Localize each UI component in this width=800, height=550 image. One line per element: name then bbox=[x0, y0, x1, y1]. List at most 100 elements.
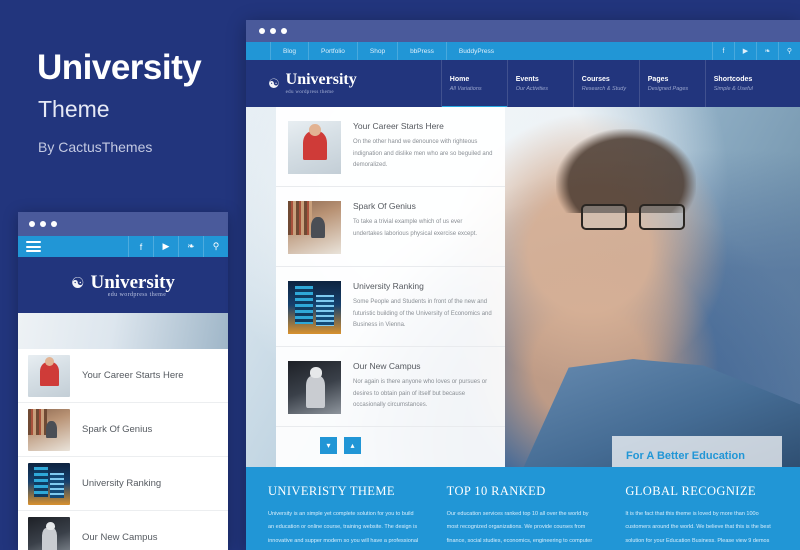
nav-sublabel: Research & Study bbox=[581, 85, 627, 92]
topbar-social-links: f ▶ ❧ ⚲ bbox=[712, 42, 800, 60]
mobile-hero-image bbox=[18, 313, 228, 349]
card-text: Some People and Students in front of the… bbox=[353, 299, 492, 329]
cards-prev-button[interactable]: ▴ bbox=[344, 437, 361, 454]
card-item[interactable]: University Ranking Some People and Stude… bbox=[276, 267, 505, 347]
card-text: Nor again is there anyone who loves or p… bbox=[353, 379, 488, 409]
nav-item-events[interactable]: Events Our Activities bbox=[506, 60, 573, 107]
nav-item-pages[interactable]: Pages Designed Pages bbox=[638, 60, 705, 107]
feature-column-global-recognize: GLOBAL RECOGNIZE It is the fact that thi… bbox=[625, 484, 778, 550]
mobile-social-links: f ▶ ❧ ⚲ bbox=[128, 236, 228, 257]
brand-name: University bbox=[285, 71, 357, 88]
cards-next-button[interactable]: ▾ bbox=[320, 437, 337, 454]
cards-pagination: ▾ ▴ bbox=[320, 437, 361, 454]
main-navigation: Home All Variations Events Our Activitie… bbox=[440, 60, 771, 109]
list-item[interactable]: Spark Of Genius bbox=[18, 403, 228, 457]
card-item[interactable]: Spark Of Genius To take a trivial exampl… bbox=[276, 187, 505, 267]
topbar-link-portfolio[interactable]: Portfolio bbox=[308, 42, 357, 60]
facebook-icon[interactable]: f bbox=[712, 42, 734, 60]
feature-text: Our education services ranked top 10 all… bbox=[446, 511, 593, 544]
promo-banner: University Theme By CactusThemes f ▶ ❧ ⚲… bbox=[0, 0, 800, 550]
feature-text: It is the fact that this theme is loved … bbox=[625, 511, 771, 544]
card-thumbnail bbox=[28, 354, 70, 397]
mobile-logo[interactable]: ☯ University edu wordpress theme bbox=[18, 257, 228, 313]
facebook-icon[interactable]: f bbox=[128, 236, 153, 257]
list-item-title: Our New Campus bbox=[82, 532, 158, 543]
card-title: Our New Campus bbox=[353, 361, 421, 371]
list-item-title: University Ranking bbox=[82, 478, 162, 489]
feature-column-university-theme: UNIVERISTY THEME University is an simple… bbox=[268, 484, 421, 550]
hero-caption: For A Better Education Theme Search no m… bbox=[612, 436, 782, 467]
nav-label: Shortcodes bbox=[713, 75, 753, 83]
topbar-link-blog[interactable]: Blog bbox=[270, 42, 308, 60]
hero-section: Your Career Starts Here On the other han… bbox=[246, 107, 800, 467]
card-thumbnail bbox=[288, 201, 341, 254]
card-item[interactable]: Your Career Starts Here On the other han… bbox=[276, 107, 505, 187]
twitter-icon[interactable]: ❧ bbox=[756, 42, 778, 60]
features-section: UNIVERISTY THEME University is an simple… bbox=[246, 467, 800, 550]
window-dots bbox=[29, 221, 57, 227]
brand-tagline: edu wordpress theme bbox=[285, 90, 334, 95]
hamburger-icon[interactable] bbox=[26, 241, 41, 252]
topbar-link-buddypress[interactable]: BuddyPress bbox=[445, 42, 506, 60]
topbar-link-shop[interactable]: Shop bbox=[356, 42, 397, 60]
nav-label: Courses bbox=[581, 75, 610, 83]
nav-sublabel: All Variations bbox=[449, 85, 482, 92]
topbar-menu: Blog Portfolio Shop bbPress BuddyPress bbox=[270, 42, 506, 60]
list-item[interactable]: University Ranking bbox=[18, 457, 228, 511]
card-thumbnail bbox=[288, 281, 341, 334]
card-thumbnail bbox=[28, 408, 70, 451]
featured-cards-panel: Your Career Starts Here On the other han… bbox=[276, 107, 505, 467]
card-text: On the other hand we denounce with right… bbox=[353, 139, 493, 169]
laurel-book-icon: ☯ bbox=[71, 275, 85, 292]
youtube-icon[interactable]: ▶ bbox=[153, 236, 178, 257]
twitter-icon[interactable]: ❧ bbox=[178, 236, 203, 257]
window-dots bbox=[259, 28, 287, 34]
card-title: University Ranking bbox=[353, 281, 424, 291]
nav-label: Home bbox=[449, 75, 470, 83]
feature-title: UNIVERISTY THEME bbox=[268, 484, 395, 498]
promo-byline: By CactusThemes bbox=[38, 139, 153, 155]
nav-label: Events bbox=[515, 75, 539, 83]
nav-item-shortcodes[interactable]: Shortcodes Simple & Useful bbox=[704, 60, 771, 107]
list-item-title: Your Career Starts Here bbox=[82, 370, 184, 381]
feature-column-top-10-ranked: TOP 10 RANKED Our education services ran… bbox=[447, 484, 600, 550]
search-icon[interactable]: ⚲ bbox=[778, 42, 800, 60]
brand-tagline: edu wordpress theme bbox=[107, 292, 167, 298]
browser-mockup: Blog Portfolio Shop bbPress BuddyPress f… bbox=[246, 20, 800, 550]
browser-titlebar bbox=[246, 20, 800, 42]
nav-item-home[interactable]: Home All Variations bbox=[440, 60, 507, 109]
brand-name: University bbox=[90, 272, 175, 293]
list-item[interactable]: Our New Campus bbox=[18, 511, 228, 550]
nav-sublabel: Simple & Useful bbox=[713, 85, 753, 92]
promo-subtitle: Theme bbox=[38, 96, 110, 122]
youtube-icon[interactable]: ▶ bbox=[734, 42, 756, 60]
feature-title: TOP 10 RANKED bbox=[446, 484, 546, 498]
card-thumbnail bbox=[28, 516, 70, 550]
card-title: Your Career Starts Here bbox=[353, 121, 444, 131]
card-item[interactable]: Our New Campus Nor again is there anyone… bbox=[276, 347, 505, 427]
search-icon[interactable]: ⚲ bbox=[203, 236, 228, 257]
mobile-mockup: f ▶ ❧ ⚲ ☯ University edu wordpress theme… bbox=[18, 212, 228, 550]
laurel-book-icon: ☯ bbox=[268, 75, 280, 91]
list-item-title: Spark Of Genius bbox=[82, 424, 153, 435]
mobile-titlebar bbox=[18, 212, 228, 236]
nav-sublabel: Designed Pages bbox=[647, 85, 689, 92]
hero-person-hair bbox=[556, 128, 697, 213]
nav-label: Pages bbox=[647, 75, 669, 83]
topbar-link-bbpress[interactable]: bbPress bbox=[397, 42, 446, 60]
feature-title: GLOBAL RECOGNIZE bbox=[625, 484, 756, 498]
hero-person-glasses bbox=[581, 204, 686, 231]
promo-title: University bbox=[37, 48, 202, 87]
site-header: ☯ University edu wordpress theme Home Al… bbox=[246, 60, 800, 109]
feature-text: University is an simple yet complete sol… bbox=[268, 511, 419, 544]
site-logo[interactable]: ☯ University edu wordpress theme bbox=[268, 71, 357, 96]
card-thumbnail bbox=[28, 462, 70, 505]
list-item[interactable]: Your Career Starts Here bbox=[18, 349, 228, 403]
card-thumbnail bbox=[288, 361, 341, 414]
nav-item-courses[interactable]: Courses Research & Study bbox=[572, 60, 639, 107]
promo-panel: University Theme By CactusThemes f ▶ ❧ ⚲… bbox=[0, 0, 246, 550]
hero-caption-title: For A Better Education Theme bbox=[626, 450, 745, 467]
card-title: Spark Of Genius bbox=[353, 201, 416, 211]
site-topbar: Blog Portfolio Shop bbPress BuddyPress f… bbox=[246, 42, 800, 60]
card-thumbnail bbox=[288, 121, 341, 174]
